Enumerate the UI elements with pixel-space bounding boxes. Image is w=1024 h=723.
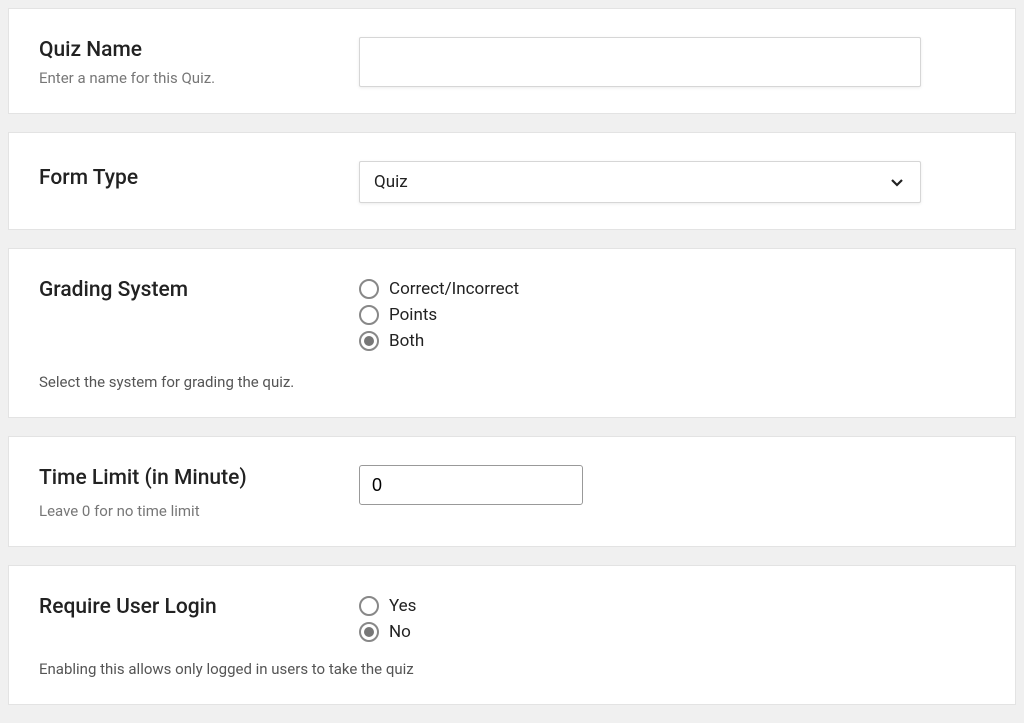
radio-label: Both [389, 331, 424, 351]
radio-icon [359, 331, 379, 351]
form-type-select[interactable]: Quiz [359, 161, 921, 203]
radio-icon [359, 622, 379, 642]
help-quiz-name: Enter a name for this Quiz. [39, 69, 339, 87]
radio-option-yes[interactable]: Yes [359, 596, 985, 616]
label-form-type: Form Type [39, 161, 339, 191]
radio-icon [359, 305, 379, 325]
label-quiz-name: Quiz Name [39, 37, 339, 63]
help-grading-system: Select the system for grading the quiz. [39, 373, 985, 391]
card-grading-system: Grading System Correct/Incorrect Points … [8, 248, 1016, 418]
label-require-login: Require User Login [39, 594, 339, 620]
form-type-selected-value: Quiz [374, 172, 888, 192]
radio-option-no[interactable]: No [359, 622, 985, 642]
time-limit-input[interactable] [359, 465, 583, 505]
require-login-radio-group: Yes No [359, 594, 985, 642]
grading-system-radio-group: Correct/Incorrect Points Both [359, 277, 985, 351]
chevron-down-icon [888, 173, 906, 191]
card-quiz-name: Quiz Name Enter a name for this Quiz. [8, 8, 1016, 114]
card-require-login: Require User Login Yes No Enabling this … [8, 565, 1016, 705]
label-time-limit: Time Limit (in Minute) [39, 465, 339, 491]
card-form-type: Form Type Quiz [8, 132, 1016, 230]
radio-label: Correct/Incorrect [389, 279, 519, 299]
radio-icon [359, 596, 379, 616]
radio-option-both[interactable]: Both [359, 331, 985, 351]
radio-option-correct-incorrect[interactable]: Correct/Incorrect [359, 279, 985, 299]
radio-option-points[interactable]: Points [359, 305, 985, 325]
help-require-login: Enabling this allows only logged in user… [39, 660, 985, 678]
quiz-name-input[interactable] [359, 37, 921, 87]
radio-label: Points [389, 305, 437, 325]
radio-icon [359, 279, 379, 299]
radio-label: Yes [389, 596, 416, 616]
label-grading-system: Grading System [39, 277, 339, 303]
radio-label: No [389, 622, 411, 642]
help-time-limit: Leave 0 for no time limit [39, 502, 339, 520]
card-time-limit: Time Limit (in Minute) Leave 0 for no ti… [8, 436, 1016, 546]
